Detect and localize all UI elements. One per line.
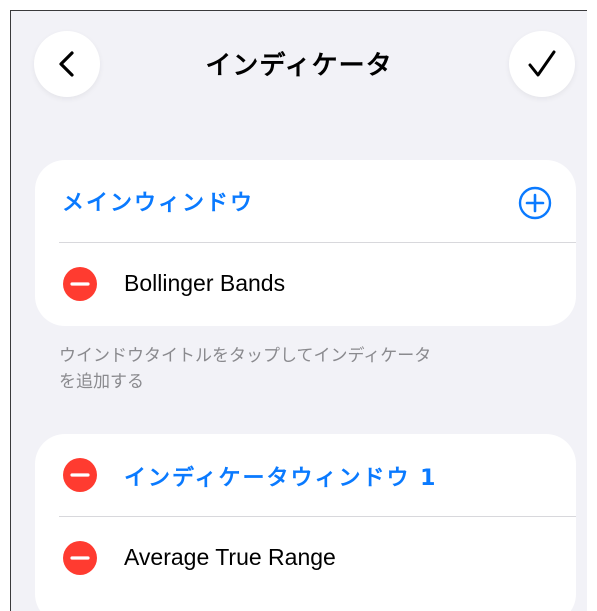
done-button[interactable] [509,31,575,97]
main-window-section: メインウィンドウ Bollinger Bands [35,160,576,326]
indicator-window-1-section: インディケータウィンドウ 1 Average True Range [35,434,576,611]
main-window-header[interactable]: メインウィンドウ [35,160,576,242]
checkmark-icon [528,50,556,77]
footer-hint: ウインドウタイトルをタップしてインディケータ を追加する [59,343,559,395]
footer-hint-line: を追加する [59,372,144,392]
indicator-window-1-header[interactable]: インディケータウィンドウ 1 [35,434,576,516]
main-window-title[interactable]: メインウィンドウ [62,185,254,217]
plus-circle-icon[interactable] [518,186,552,220]
indicator-settings-screen: インディケータ メインウィンドウ Bollinger Bands ウインドウタイ… [10,10,587,611]
back-button[interactable] [34,31,100,97]
page-title: インディケータ [205,51,393,81]
indicator-window-1-title[interactable]: インディケータウィンドウ 1 [124,460,437,492]
minus-circle-icon[interactable] [63,541,97,575]
minus-circle-icon[interactable] [63,458,97,492]
indicator-row-average-true-range[interactable]: Average True Range [35,517,576,599]
indicator-label: Average True Range [124,544,336,570]
minus-circle-icon[interactable] [63,267,97,301]
navigation-bar: インディケータ [11,11,587,121]
chevron-left-icon [59,51,74,77]
indicator-label: Bollinger Bands [124,270,286,296]
indicator-row-bollinger-bands[interactable]: Bollinger Bands [35,243,576,325]
footer-hint-line: ウインドウタイトルをタップしてインディケータ [59,346,432,366]
